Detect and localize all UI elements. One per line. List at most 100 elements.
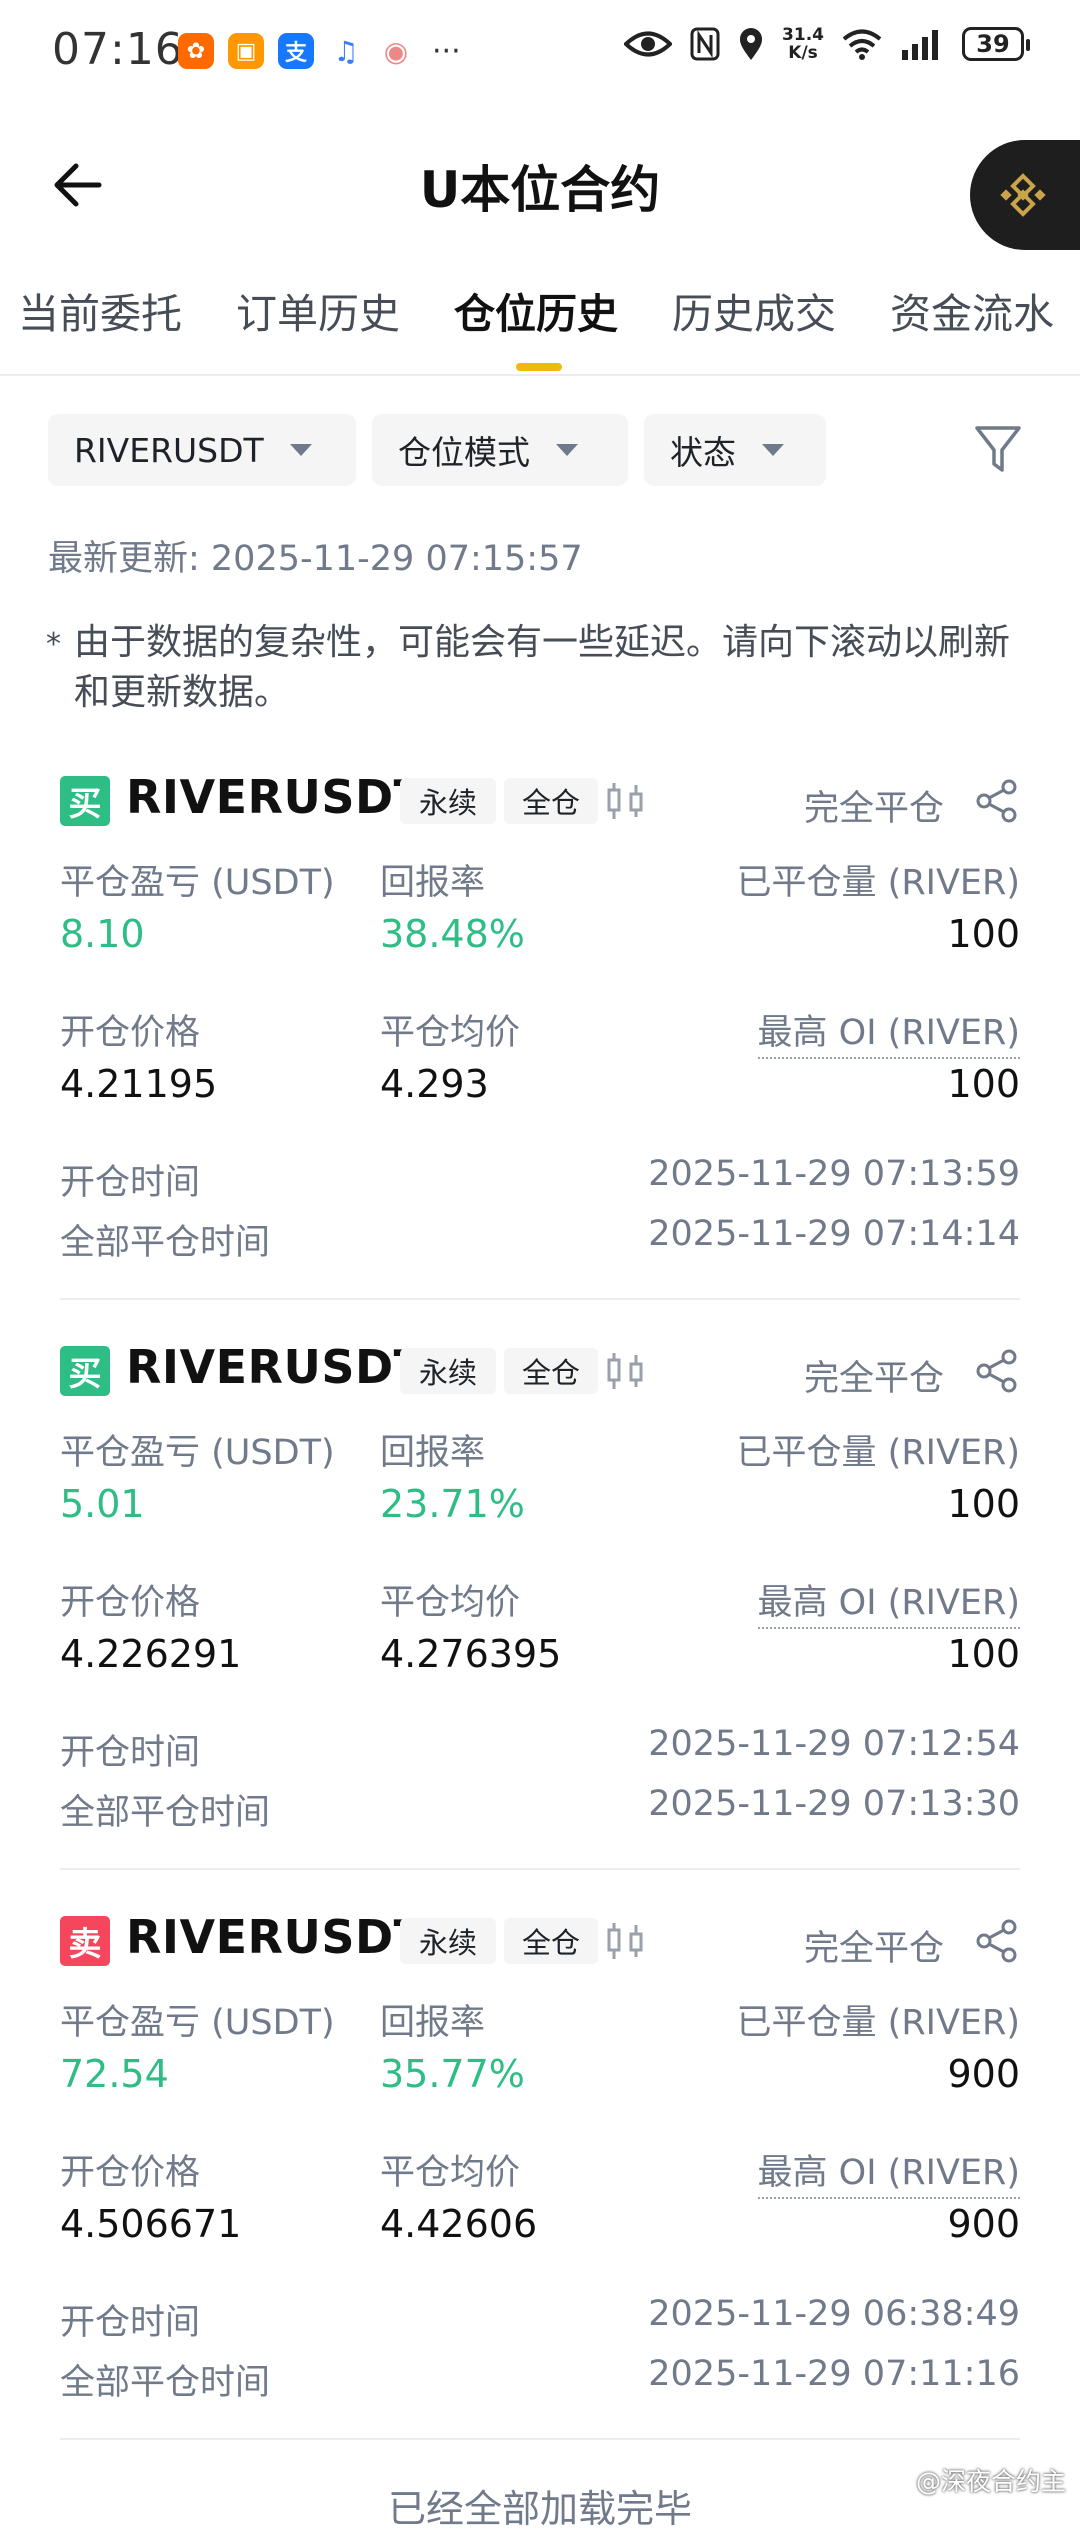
status-time: 07:16 (52, 24, 184, 75)
symbol-filter-label: RIVERUSDT (74, 430, 264, 470)
caret-down-icon (289, 444, 312, 456)
max-oi-label[interactable]: 最高 OI (RIVER) (757, 1004, 1020, 1059)
position-status: 完全平仓 (803, 1359, 944, 1399)
roi-label: 回报率 (380, 863, 486, 903)
share-icon[interactable] (974, 778, 1020, 824)
wifi-icon (842, 29, 882, 60)
active-tab-indicator (516, 363, 562, 371)
position-symbol: RIVERUSDT (126, 770, 426, 824)
pnl-value: 5.01 (60, 1482, 145, 1526)
margin-mode-tag: 全仓 (504, 1348, 598, 1394)
card-divider (60, 1868, 1020, 1870)
ai-app-icon: ◉ (378, 33, 414, 69)
roi-label: 回报率 (380, 2003, 486, 2043)
closed-qty-label: 已平仓量 (RIVER) (736, 863, 1020, 903)
card-divider (60, 2438, 1020, 2440)
position-status: 完全平仓 (803, 1929, 944, 1969)
status-filter-label: 状态 (670, 433, 736, 472)
max-oi-value: 900 (947, 2202, 1020, 2246)
open-time-label: 开仓时间 (60, 2303, 201, 2343)
candlestick-chart-icon[interactable] (604, 780, 646, 822)
position-card[interactable]: 卖 RIVERUSDT 永续 全仓 完全平仓 平仓盈亏 (USDT) 回报率 已… (60, 1910, 1020, 2480)
more-notifications-icon: ··· (432, 33, 461, 69)
open-time-label: 开仓时间 (60, 1163, 201, 1203)
closed-qty-value: 900 (947, 2052, 1020, 2096)
position-card[interactable]: 买 RIVERUSDT 永续 全仓 完全平仓 平仓盈亏 (USDT) 回报率 已… (60, 1340, 1020, 1910)
position-card[interactable]: 买 RIVERUSDT 永续 全仓 完全平仓 平仓盈亏 (USDT) 回报率 已… (60, 770, 1020, 1340)
position-mode-filter-label: 仓位模式 (398, 433, 530, 472)
status-bar: 07:16 ✿ ▣ 支 ♫ ◉ ··· 31.4 K/s 39 (0, 0, 1080, 105)
contract-type-tag: 永续 (400, 1348, 496, 1394)
status-filter[interactable]: 状态 (644, 414, 826, 486)
position-card-header: 卖 RIVERUSDT 永续 全仓 完全平仓 (60, 1910, 1020, 1970)
shop-app-icon: ▣ (228, 33, 264, 69)
roi-value: 23.71% (380, 1482, 525, 1526)
side-badge: 买 (60, 776, 110, 826)
open-time-value: 2025-11-29 07:12:54 (648, 1724, 1020, 1764)
avg-close-label: 平仓均价 (380, 1583, 521, 1623)
pnl-value: 72.54 (60, 2052, 169, 2096)
pnl-label: 平仓盈亏 (USDT) (60, 2003, 335, 2043)
last-updated: 最新更新: 2025-11-29 07:15:57 (48, 539, 583, 579)
closed-qty-value: 100 (947, 912, 1020, 956)
avg-close-value: 4.293 (380, 1062, 489, 1106)
share-icon[interactable] (974, 1348, 1020, 1394)
status-app-icons: ✿ ▣ 支 ♫ ◉ ··· (178, 33, 461, 69)
side-badge: 卖 (60, 1916, 110, 1966)
music-app-icon: ♫ (328, 33, 364, 69)
pnl-label: 平仓盈亏 (USDT) (60, 1433, 335, 1473)
eye-icon (624, 31, 673, 57)
funnel-filter-icon[interactable] (974, 424, 1022, 476)
close-time-value: 2025-11-29 07:14:14 (648, 1214, 1020, 1254)
margin-mode-tag: 全仓 (504, 1918, 598, 1964)
position-symbol: RIVERUSDT (126, 1340, 426, 1394)
tab-current-orders[interactable]: 当前委托 (18, 280, 182, 340)
close-time-value: 2025-11-29 07:13:30 (648, 1784, 1020, 1824)
entry-price-value: 4.21195 (60, 1062, 218, 1106)
signal-icon (902, 30, 938, 60)
pnl-value: 8.10 (60, 912, 145, 956)
open-time-value: 2025-11-29 07:13:59 (648, 1154, 1020, 1194)
candlestick-chart-icon[interactable] (604, 1350, 646, 1392)
tab-bar: 当前委托 订单历史 仓位历史 历史成交 资金流水 (0, 280, 1080, 376)
max-oi-label[interactable]: 最高 OI (RIVER) (757, 1574, 1020, 1629)
max-oi-label[interactable]: 最高 OI (RIVER) (757, 2144, 1020, 2199)
binance-logo-icon (1000, 173, 1046, 217)
symbol-filter[interactable]: RIVERUSDT (48, 414, 356, 486)
closed-qty-label: 已平仓量 (RIVER) (736, 1433, 1020, 1473)
contract-type-tag: 永续 (400, 1918, 496, 1964)
open-time-value: 2025-11-29 06:38:49 (648, 2294, 1020, 2334)
caret-down-icon (762, 444, 784, 456)
tab-position-history[interactable]: 仓位历史 (454, 280, 618, 340)
max-oi-value: 100 (947, 1632, 1020, 1676)
page-title: U本位合约 (419, 161, 661, 219)
watermark: @深夜合约主 (915, 2467, 1066, 2496)
share-icon[interactable] (974, 1918, 1020, 1964)
nfc-icon (690, 27, 720, 61)
binance-floating-button[interactable] (970, 140, 1080, 250)
avg-close-label: 平仓均价 (380, 1013, 521, 1053)
closed-qty-label: 已平仓量 (RIVER) (736, 2003, 1020, 2043)
entry-price-label: 开仓价格 (60, 2153, 201, 2193)
position-card-header: 买 RIVERUSDT 永续 全仓 完全平仓 (60, 770, 1020, 830)
page-header: U本位合约 (0, 140, 1080, 250)
avg-close-value: 4.42606 (380, 2202, 538, 2246)
position-card-header: 买 RIVERUSDT 永续 全仓 完全平仓 (60, 1340, 1020, 1400)
roi-value: 35.77% (380, 2052, 525, 2096)
close-time-label: 全部平仓时间 (60, 1793, 271, 1833)
tab-trade-history[interactable]: 历史成交 (672, 280, 836, 340)
tab-fund-flow[interactable]: 资金流水 (890, 280, 1054, 340)
candlestick-chart-icon[interactable] (604, 1920, 646, 1962)
position-status: 完全平仓 (803, 789, 944, 829)
tabs-divider (0, 374, 1080, 376)
delay-notice: * 由于数据的复杂性，可能会有一些延迟。请向下滚动以刷新和更新数据。 (46, 622, 1011, 713)
entry-price-label: 开仓价格 (60, 1583, 201, 1623)
pnl-label: 平仓盈亏 (USDT) (60, 863, 335, 903)
roi-value: 38.48% (380, 912, 525, 956)
location-icon (740, 28, 763, 60)
status-indicators: 31.4 K/s 39 (624, 26, 1030, 62)
max-oi-value: 100 (947, 1062, 1020, 1106)
tab-order-history[interactable]: 订单历史 (236, 280, 400, 340)
position-mode-filter[interactable]: 仓位模式 (372, 414, 628, 486)
alipay-icon: 支 (278, 33, 314, 69)
